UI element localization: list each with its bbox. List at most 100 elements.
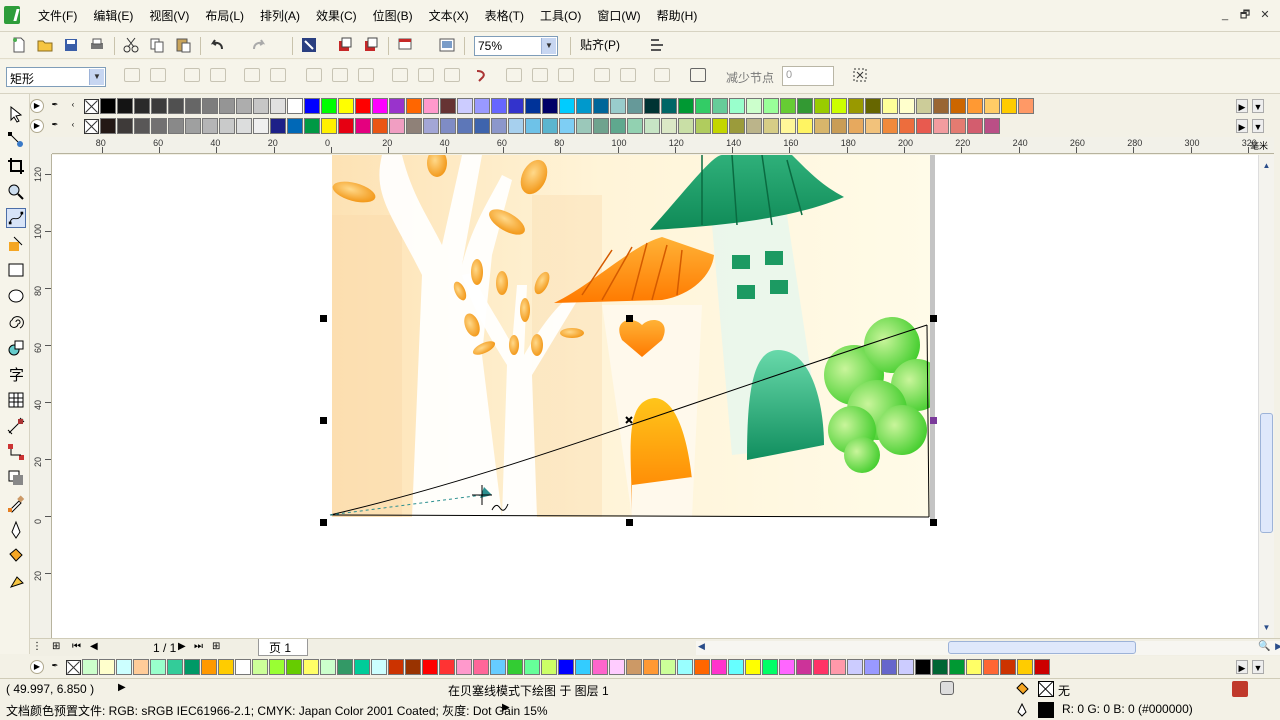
color-swatch[interactable] [831, 118, 847, 134]
ellipse-tool-icon[interactable] [6, 286, 26, 306]
color-swatch[interactable] [694, 659, 710, 675]
options-icon[interactable] [648, 36, 666, 54]
menu-effects[interactable]: 效果(C) [310, 8, 363, 24]
first-page-icon[interactable]: ⏮ [72, 641, 81, 652]
fill-tool-icon[interactable] [6, 546, 26, 566]
color-swatch[interactable] [610, 118, 626, 134]
color-swatch[interactable] [541, 659, 557, 675]
color-swatch[interactable] [1017, 659, 1033, 675]
snap-status-icon[interactable] [940, 681, 954, 695]
shape-tool-icon[interactable] [6, 130, 26, 150]
color-swatch[interactable] [219, 118, 235, 134]
shape-type-select[interactable]: 矩形 ▼ [6, 67, 106, 87]
export-icon[interactable] [336, 36, 354, 54]
break-curve-icon[interactable] [210, 68, 226, 82]
color-swatch[interactable] [355, 98, 371, 114]
color-swatch[interactable] [388, 659, 404, 675]
outline-tool-icon[interactable] [6, 520, 26, 540]
palette-expand-icon[interactable]: ▼ [1252, 660, 1264, 674]
palette-play-icon[interactable]: ▶ [30, 119, 44, 133]
color-swatch[interactable] [270, 118, 286, 134]
color-swatch[interactable] [389, 98, 405, 114]
color-swatch[interactable] [661, 118, 677, 134]
color-swatch[interactable] [984, 98, 1000, 114]
color-swatch[interactable] [916, 118, 932, 134]
palette-scroll-left-icon[interactable]: ‹ [66, 99, 80, 113]
extract-subpath-icon[interactable] [444, 68, 460, 82]
color-swatch[interactable] [881, 659, 897, 675]
palette-play-icon[interactable]: ▶ [30, 660, 44, 674]
horizontal-scrollbar[interactable]: ◀ ▶ [696, 641, 1280, 655]
color-swatch[interactable] [321, 98, 337, 114]
color-swatch[interactable] [559, 118, 575, 134]
color-swatch[interactable] [354, 659, 370, 675]
color-swatch[interactable] [609, 659, 625, 675]
color-swatch[interactable] [627, 98, 643, 114]
curve-smoothness-icon[interactable] [852, 67, 868, 83]
color-swatch[interactable] [456, 659, 472, 675]
color-swatch[interactable] [270, 98, 286, 114]
color-swatch[interactable] [508, 118, 524, 134]
vertical-scrollbar[interactable]: ▲ ▼ [1258, 155, 1274, 638]
extend-curve-icon[interactable] [418, 68, 434, 82]
user-icon[interactable] [1232, 681, 1248, 697]
crop-tool-icon[interactable] [6, 156, 26, 176]
color-swatch[interactable] [389, 118, 405, 134]
color-swatch[interactable] [99, 659, 115, 675]
color-swatch[interactable] [695, 98, 711, 114]
dimension-tool-icon[interactable] [6, 416, 26, 436]
color-swatch[interactable] [219, 98, 235, 114]
color-swatch[interactable] [746, 118, 762, 134]
delete-node-icon[interactable] [150, 68, 166, 82]
selection-handle-ml2[interactable] [320, 417, 327, 424]
color-swatch[interactable] [593, 98, 609, 114]
basic-shapes-icon[interactable] [6, 338, 26, 358]
palette-expand-icon[interactable]: ▼ [1252, 99, 1264, 113]
color-swatch[interactable] [201, 659, 217, 675]
color-swatch[interactable] [406, 98, 422, 114]
color-swatch[interactable] [848, 98, 864, 114]
eyedropper-icon[interactable]: ✒ [48, 660, 62, 674]
rotate-nodes-icon[interactable] [532, 68, 548, 82]
color-swatch[interactable] [729, 98, 745, 114]
color-swatch[interactable] [235, 659, 251, 675]
color-swatch[interactable] [932, 659, 948, 675]
color-swatch[interactable] [269, 659, 285, 675]
palette-scroll-right-icon[interactable]: ▶ [1236, 660, 1248, 674]
eyedropper-icon[interactable]: ✒ [48, 99, 62, 113]
palette-play-icon[interactable]: ▶ [30, 99, 44, 113]
color-swatch[interactable] [831, 98, 847, 114]
color-swatch[interactable] [967, 118, 983, 134]
color-swatch[interactable] [712, 118, 728, 134]
export-alt-icon[interactable] [362, 36, 380, 54]
color-swatch[interactable] [610, 98, 626, 114]
auto-close-icon[interactable] [474, 68, 488, 84]
color-swatch[interactable] [304, 98, 320, 114]
connector-tool-icon[interactable] [6, 442, 26, 462]
ruler-corner[interactable] [30, 137, 52, 154]
new-document-icon[interactable] [10, 36, 28, 54]
selection-handle-tm[interactable] [626, 315, 633, 322]
color-swatch[interactable] [304, 118, 320, 134]
color-swatch[interactable] [474, 98, 490, 114]
text-tool-icon[interactable]: 字 [6, 364, 26, 384]
menu-text[interactable]: 文本(X) [423, 8, 475, 24]
align-nodes-icon[interactable] [558, 68, 574, 82]
color-swatch[interactable] [745, 659, 761, 675]
color-swatch[interactable] [338, 118, 354, 134]
color-swatch[interactable] [762, 659, 778, 675]
status-expand-icon[interactable]: ▶ [118, 682, 126, 693]
color-swatch[interactable] [524, 659, 540, 675]
color-swatch[interactable] [1001, 98, 1017, 114]
vertical-ruler[interactable]: 120 100 80 60 40 20 0 20 [30, 154, 52, 638]
color-swatch[interactable] [525, 98, 541, 114]
color-swatch[interactable] [848, 118, 864, 134]
color-swatch[interactable] [406, 118, 422, 134]
color-swatch[interactable] [542, 98, 558, 114]
color-swatch[interactable] [660, 659, 676, 675]
color-swatch[interactable] [202, 118, 218, 134]
pick-tool-icon[interactable] [6, 104, 26, 124]
selection-handle-br[interactable] [930, 519, 937, 526]
color-swatch[interactable] [439, 659, 455, 675]
color-swatch[interactable] [116, 659, 132, 675]
